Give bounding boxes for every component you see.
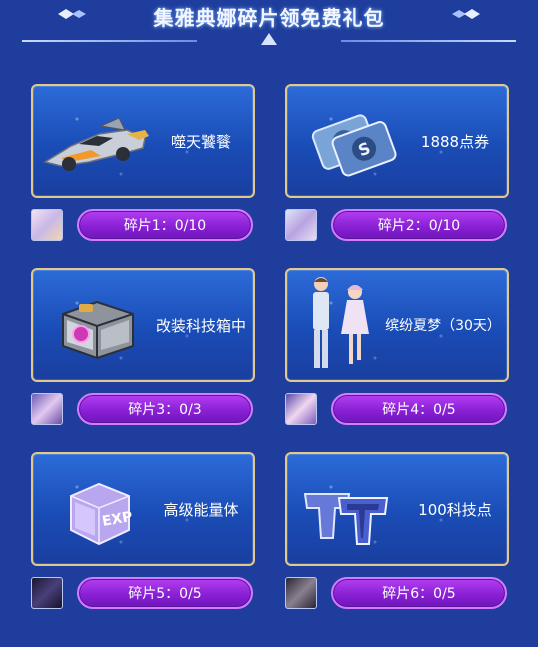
fragment-4-button[interactable]: 碎片4：0/5 — [331, 393, 507, 425]
fragment-thumbnail-4 — [285, 393, 317, 425]
reward-card-3[interactable]: 改装科技箱中 — [31, 268, 255, 382]
fragment-2-button[interactable]: 碎片2：0/10 — [331, 209, 507, 241]
reward-name: 100科技点 — [418, 500, 492, 519]
fragment-thumbnail-5 — [31, 577, 63, 609]
reward-card-5[interactable]: EXP 高级能量体 — [31, 452, 255, 566]
tech-chest-icon — [62, 300, 134, 360]
header-line-left — [22, 40, 197, 42]
coupon-cards-icon: S S — [311, 114, 397, 177]
fragment-6-button[interactable]: 碎片6：0/5 — [331, 577, 507, 609]
header: 集雅典娜碎片领免费礼包 — [0, 0, 538, 46]
couple-outfit-icon — [313, 277, 369, 368]
fragment-1-button[interactable]: 碎片1：0/10 — [77, 209, 253, 241]
race-car-icon — [43, 117, 149, 171]
reward-name: 高级能量体 — [163, 500, 239, 519]
reward-name: 改装科技箱中 — [155, 316, 246, 335]
header-center-ornament-icon — [261, 33, 277, 45]
reward-name: 噬天饕餮 — [170, 132, 231, 151]
reward-name: 缤纷夏梦（30天） — [385, 318, 501, 334]
reward-card-2[interactable]: S S 1888点券 — [285, 84, 509, 198]
header-line-right — [341, 40, 516, 42]
exp-cube-icon: EXP — [70, 482, 134, 546]
fragment-thumbnail-1 — [31, 209, 63, 241]
fragment-5-button[interactable]: 碎片5：0/5 — [77, 577, 253, 609]
reward-card-6[interactable]: 100科技点 — [285, 452, 509, 566]
page-title: 集雅典娜碎片领免费礼包 — [153, 6, 385, 30]
fragment-thumbnail-6 — [285, 577, 317, 609]
fragment-thumbnail-3 — [31, 393, 63, 425]
tech-point-tokens-icon — [303, 493, 389, 545]
reward-card-1[interactable]: 噬天饕餮 — [31, 84, 255, 198]
reward-name: 1888点券 — [420, 132, 490, 151]
fragment-3-button[interactable]: 碎片3：0/3 — [77, 393, 253, 425]
reward-card-4[interactable]: 缤纷夏梦（30天） — [285, 268, 509, 382]
fragment-thumbnail-2 — [285, 209, 317, 241]
